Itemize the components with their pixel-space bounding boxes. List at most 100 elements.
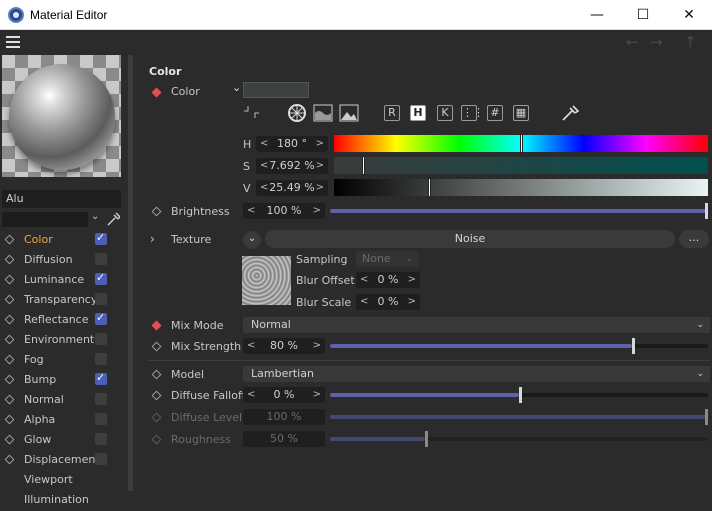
hue-gradient-bar[interactable] [334, 134, 708, 153]
mix-strength-field[interactable]: <80 % > [243, 338, 325, 354]
diffuse-falloff-keyframe-icon[interactable] [151, 390, 162, 401]
brightness-field[interactable]: <100 % > [243, 203, 325, 219]
minimize-button[interactable]: — [574, 0, 620, 30]
diffuse-falloff-field[interactable]: <0 % > [243, 387, 325, 403]
cinema4d-app-icon [8, 7, 24, 23]
channel-item[interactable]: Bump [0, 370, 125, 390]
channel-checkbox[interactable] [95, 333, 107, 345]
channel-keyframe-icon[interactable] [4, 234, 15, 245]
channel-item[interactable]: Transparency [0, 290, 125, 310]
mix-mode-keyframe-icon[interactable] [151, 320, 162, 331]
channel-item[interactable]: Environment [0, 330, 125, 350]
mix-mode-dropdown[interactable]: Normal ⌄ [243, 317, 710, 333]
noise-texture-thumbnail[interactable] [242, 256, 291, 305]
texture-menu-icon[interactable]: ⌄ [243, 231, 261, 249]
channel-item[interactable]: Color [0, 230, 125, 250]
channel-item[interactable]: Alpha [0, 410, 125, 430]
blur-offset-field[interactable]: <0 % > [356, 272, 420, 288]
channel-checkbox[interactable] [95, 231, 107, 245]
brightness-keyframe-icon[interactable] [151, 206, 162, 217]
model-keyframe-icon[interactable] [151, 369, 162, 380]
channel-item[interactable]: Fog [0, 350, 125, 370]
channel-checkbox[interactable] [95, 311, 107, 325]
image-picker-icon[interactable] [339, 104, 359, 122]
channel-keyframe-icon[interactable] [4, 374, 15, 385]
channel-checkbox[interactable] [95, 433, 107, 445]
color-wheel-icon[interactable] [287, 103, 307, 123]
channel-checkbox[interactable] [95, 413, 107, 425]
channel-keyframe-icon[interactable] [4, 274, 15, 285]
channel-item[interactable]: Reflectance [0, 310, 125, 330]
hue-field[interactable]: <180 ° > [256, 136, 328, 152]
value-gradient-bar[interactable] [334, 178, 708, 197]
filter-dropdown-icon[interactable]: ⌄ [91, 211, 99, 222]
close-button[interactable]: ✕ [666, 0, 712, 30]
blur-scale-field[interactable]: <0 % > [356, 294, 420, 310]
channel-keyframe-icon[interactable] [4, 434, 15, 445]
channel-checkbox[interactable] [95, 353, 107, 365]
texture-more-button[interactable]: ... [679, 230, 709, 248]
up-arrow-icon[interactable]: ↑ [684, 33, 697, 51]
diffuse-falloff-slider[interactable] [330, 387, 708, 403]
sampling-dropdown[interactable]: None ⌄ [356, 251, 418, 267]
channel-label: Color [24, 233, 53, 246]
channel-keyframe-icon[interactable] [4, 334, 15, 345]
texture-expand-icon[interactable]: › [150, 232, 155, 246]
brightness-slider[interactable] [330, 203, 708, 219]
material-preview[interactable] [2, 55, 121, 177]
saturation-field[interactable]: <7.692 % > [256, 158, 328, 174]
color-picker-corner-icon[interactable] [243, 105, 261, 119]
channel-checkbox[interactable] [95, 293, 107, 305]
model-label: Model [171, 368, 205, 381]
channel-keyframe-icon[interactable] [4, 254, 15, 265]
channel-item[interactable]: Luminance [0, 270, 125, 290]
channel-item[interactable]: Glow [0, 430, 125, 450]
mix-strength-keyframe-icon[interactable] [151, 341, 162, 352]
channel-item[interactable]: Illumination [0, 490, 125, 510]
mix-strength-slider[interactable] [330, 338, 708, 354]
color-keyframe-icon[interactable] [151, 87, 162, 98]
color-expand-icon[interactable]: ⌄ [232, 81, 241, 94]
value-knob[interactable] [428, 178, 432, 197]
texture-shader-button[interactable]: Noise [265, 230, 675, 248]
channel-item[interactable]: Displacement [0, 450, 125, 470]
channel-item[interactable]: Diffusion [0, 250, 125, 270]
channel-keyframe-icon[interactable] [4, 454, 15, 465]
channel-keyframe-icon[interactable] [4, 414, 15, 425]
hamburger-menu-icon[interactable] [6, 36, 20, 48]
color-swatch[interactable] [243, 82, 309, 98]
color-mode-button[interactable]: ▦ [513, 105, 529, 121]
channel-checkbox[interactable] [95, 371, 107, 385]
channel-checkbox[interactable] [95, 453, 107, 465]
channel-keyframe-icon[interactable] [4, 314, 15, 325]
saturation-gradient-bar[interactable] [334, 156, 708, 175]
color-mode-button[interactable]: ⋮⋮ [461, 105, 484, 121]
forward-arrow-icon[interactable]: → [650, 33, 663, 51]
channel-item[interactable]: Viewport [0, 470, 125, 490]
spectrum-icon[interactable] [313, 104, 333, 122]
eyedropper-icon[interactable] [106, 211, 120, 227]
hue-knob[interactable] [520, 134, 523, 153]
color-eyedropper-icon[interactable] [560, 103, 580, 123]
color-mode-button[interactable]: R [384, 105, 400, 121]
channel-filter-input[interactable] [2, 212, 88, 227]
channel-checkbox[interactable] [95, 393, 107, 405]
value-field[interactable]: <25.49 % > [256, 180, 328, 196]
material-name-field[interactable]: Alu [2, 190, 121, 208]
panel-splitter[interactable] [128, 55, 133, 491]
model-dropdown[interactable]: Lambertian ⌄ [243, 366, 710, 382]
channel-keyframe-icon[interactable] [4, 394, 15, 405]
back-arrow-icon[interactable]: ← [626, 33, 639, 51]
diffuse-falloff-value: 0 % [273, 388, 295, 401]
channel-item[interactable]: Normal [0, 390, 125, 410]
saturation-knob[interactable] [361, 156, 365, 175]
blur-offset-label: Blur Offset [296, 274, 355, 287]
channel-checkbox[interactable] [95, 271, 107, 285]
color-mode-button[interactable]: K [437, 105, 453, 121]
channel-keyframe-icon[interactable] [4, 294, 15, 305]
color-mode-button[interactable]: # [487, 105, 503, 121]
maximize-button[interactable]: ☐ [620, 0, 666, 30]
color-mode-button[interactable]: H [410, 105, 426, 121]
channel-checkbox[interactable] [95, 253, 107, 265]
channel-keyframe-icon[interactable] [4, 354, 15, 365]
